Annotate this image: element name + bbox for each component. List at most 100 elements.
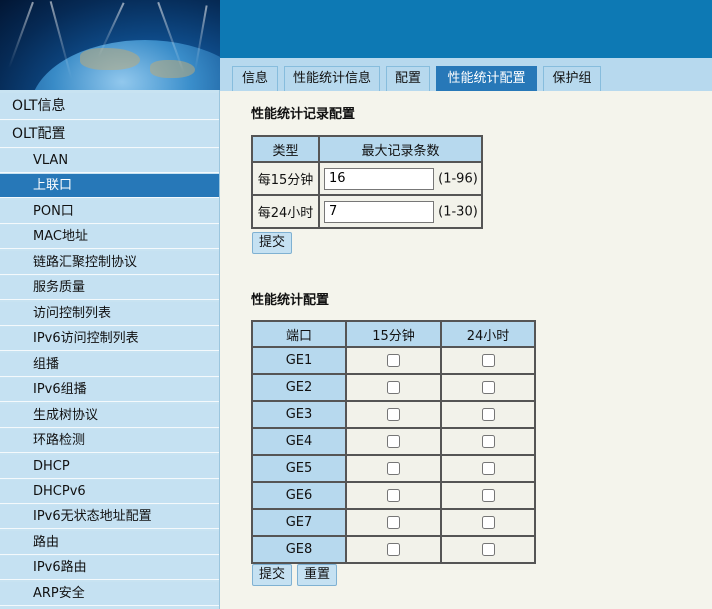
- tab-bar: 信息 性能统计信息 配置 性能统计配置 保护组: [220, 58, 712, 91]
- stat-submit-button[interactable]: 提交: [252, 564, 293, 586]
- ge3-24h-checkbox[interactable]: [481, 408, 495, 421]
- stat-config-table: 端口 15分钟 24小时 GE1 GE2 GE3 GE4 GE5 GE6 GE7…: [251, 320, 536, 564]
- sidebar-item-route[interactable]: 路由: [0, 531, 219, 555]
- port-label: GE8: [251, 535, 347, 564]
- port-label: GE3: [251, 400, 347, 429]
- range-hint: (1-30): [438, 204, 478, 219]
- continent-shape: [80, 48, 140, 70]
- sidebar-item-ipv6-acl[interactable]: IPv6访问控制列表: [0, 327, 219, 351]
- tab-protection-group[interactable]: 保护组: [543, 66, 601, 91]
- ge5-24h-checkbox[interactable]: [481, 462, 495, 475]
- ge4-24h-checkbox[interactable]: [481, 435, 495, 448]
- sidebar-item-dhcp[interactable]: DHCP: [0, 455, 219, 479]
- table-row: 每24小时 (1-30): [251, 194, 483, 229]
- row-value-cell: (1-30): [318, 194, 483, 229]
- max-records-24h-input[interactable]: [324, 200, 434, 223]
- table-row: GE4: [251, 427, 536, 456]
- table-row: 每15分钟 (1-96): [251, 161, 483, 196]
- col-24h-header: 24小时: [440, 320, 536, 348]
- sidebar-item-arp-security[interactable]: ARP安全: [0, 582, 219, 606]
- ge1-15min-checkbox[interactable]: [387, 354, 400, 367]
- port-label: GE2: [251, 373, 347, 402]
- ge4-15min-checkbox[interactable]: [387, 435, 400, 448]
- ge8-24h-checkbox[interactable]: [481, 543, 495, 556]
- cb-cell: [345, 427, 442, 456]
- fiber-light: [8, 1, 34, 69]
- cb-cell: [345, 454, 442, 483]
- sidebar-item-ipv6-multicast[interactable]: IPv6组播: [0, 378, 219, 402]
- ge6-15min-checkbox[interactable]: [387, 489, 400, 502]
- sidebar-item-lacp[interactable]: 链路汇聚控制协议: [0, 251, 219, 275]
- row-value-cell: (1-96): [318, 161, 483, 196]
- ge2-15min-checkbox[interactable]: [387, 381, 400, 394]
- cb-cell: [345, 346, 442, 375]
- ge3-15min-checkbox[interactable]: [387, 408, 400, 421]
- sidebar-item-qos[interactable]: 服务质量: [0, 276, 219, 300]
- col-type-header: 类型: [251, 135, 320, 163]
- record-submit-button[interactable]: 提交: [252, 232, 293, 254]
- row-label: 每15分钟: [251, 161, 320, 196]
- range-hint: (1-96): [438, 171, 478, 186]
- ge7-24h-checkbox[interactable]: [481, 516, 495, 529]
- cb-cell: [345, 400, 442, 429]
- ge2-24h-checkbox[interactable]: [481, 381, 495, 394]
- port-label: GE7: [251, 508, 347, 537]
- banner-globe-image: [0, 0, 220, 90]
- ge7-15min-checkbox[interactable]: [387, 516, 400, 529]
- tab-info[interactable]: 信息: [232, 66, 278, 91]
- cb-cell: [440, 454, 536, 483]
- table-row: GE8: [251, 535, 536, 564]
- cb-cell: [345, 508, 442, 537]
- port-label: GE5: [251, 454, 347, 483]
- tab-perf-stats-config[interactable]: 性能统计配置: [436, 66, 537, 91]
- sidebar-item-acl[interactable]: 访问控制列表: [0, 302, 219, 326]
- col-15min-header: 15分钟: [345, 320, 442, 348]
- table-row: GE1: [251, 346, 536, 375]
- table-row: GE3: [251, 400, 536, 429]
- table-row: GE2: [251, 373, 536, 402]
- main-content: 性能统计记录配置 类型 最大记录条数 每15分钟 (1-96) 每24小时 (1…: [220, 91, 712, 609]
- sidebar-item-uplink[interactable]: 上联口: [0, 174, 219, 198]
- sidebar: OLT信息 OLT配置 VLAN 上联口 PON口 MAC地址 链路汇聚控制协议…: [0, 90, 220, 609]
- sidebar-item-olt-config[interactable]: OLT配置: [0, 121, 219, 148]
- sidebar-item-vlan[interactable]: VLAN: [0, 149, 219, 173]
- record-config-table: 类型 最大记录条数 每15分钟 (1-96) 每24小时 (1-30): [251, 135, 483, 229]
- tab-config[interactable]: 配置: [386, 66, 430, 91]
- sidebar-item-olt-info[interactable]: OLT信息: [0, 93, 219, 120]
- record-config-title: 性能统计记录配置: [251, 107, 356, 122]
- sidebar-item-mac-address[interactable]: MAC地址: [0, 225, 219, 249]
- port-label: GE6: [251, 481, 347, 510]
- cb-cell: [440, 427, 536, 456]
- ge6-24h-checkbox[interactable]: [481, 489, 495, 502]
- cb-cell: [440, 373, 536, 402]
- max-records-15min-input[interactable]: [324, 167, 434, 190]
- stat-config-title: 性能统计配置: [251, 293, 330, 308]
- col-max-header: 最大记录条数: [318, 135, 483, 163]
- ge8-15min-checkbox[interactable]: [387, 543, 400, 556]
- sidebar-item-pon-port[interactable]: PON口: [0, 200, 219, 224]
- cb-cell: [440, 481, 536, 510]
- tab-perf-stats-info[interactable]: 性能统计信息: [284, 66, 380, 91]
- cb-cell: [440, 400, 536, 429]
- sidebar-item-dhcpv6[interactable]: DHCPv6: [0, 480, 219, 504]
- cb-cell: [345, 373, 442, 402]
- sidebar-item-ipv6-slaac[interactable]: IPv6无状态地址配置: [0, 505, 219, 529]
- row-label: 每24小时: [251, 194, 320, 229]
- port-label: GE1: [251, 346, 347, 375]
- table-row: GE7: [251, 508, 536, 537]
- sidebar-item-stp[interactable]: 生成树协议: [0, 404, 219, 428]
- sidebar-item-loop-detect[interactable]: 环路检测: [0, 429, 219, 453]
- cb-cell: [440, 535, 536, 564]
- port-label: GE4: [251, 427, 347, 456]
- table-row: GE6: [251, 481, 536, 510]
- ge5-15min-checkbox[interactable]: [387, 462, 400, 475]
- stat-reset-button[interactable]: 重置: [297, 564, 338, 586]
- ge1-24h-checkbox[interactable]: [481, 354, 495, 367]
- table-row: GE5: [251, 454, 536, 483]
- col-port-header: 端口: [251, 320, 347, 348]
- continent-shape: [150, 60, 195, 78]
- sidebar-item-multicast[interactable]: 组播: [0, 353, 219, 377]
- header-bar: [220, 0, 712, 58]
- sidebar-item-ipv6-route[interactable]: IPv6路由: [0, 556, 219, 580]
- cb-cell: [345, 535, 442, 564]
